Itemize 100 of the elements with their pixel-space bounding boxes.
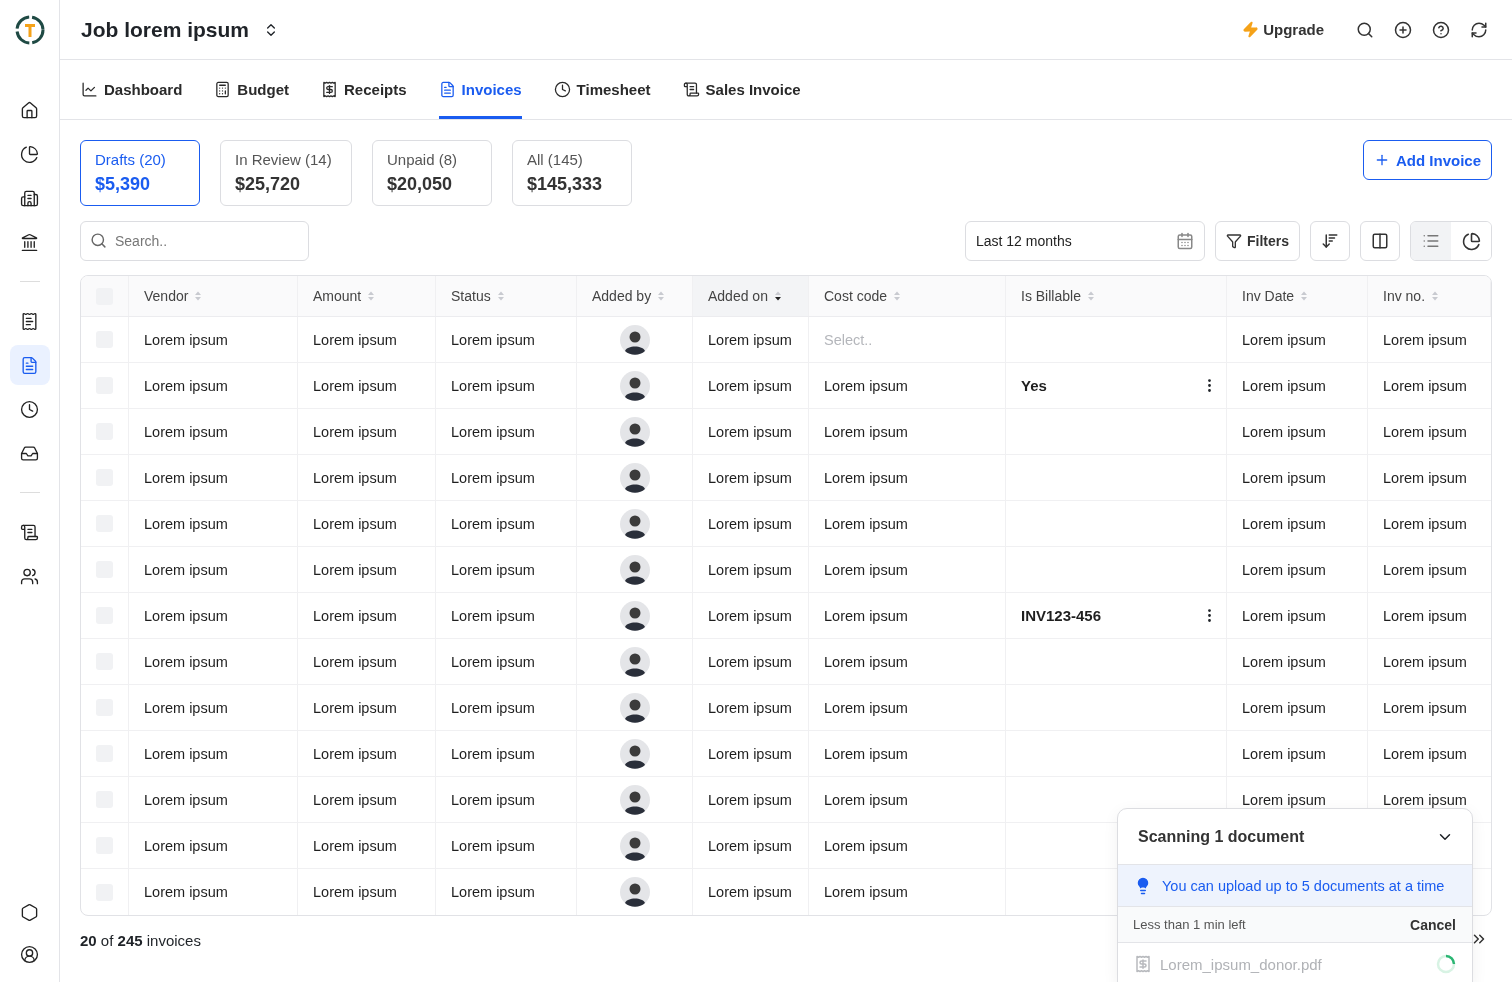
file-name: Lorem_ipsum_donor.pdf [1160, 955, 1323, 973]
table-cell: Lorem ipsum [144, 791, 228, 808]
table-cell: Lorem ipsum [708, 377, 792, 394]
column-header: Added on [708, 288, 768, 304]
column-header: Cost code [824, 288, 888, 304]
table-cell: Lorem ipsum [144, 515, 228, 532]
avatar-icon [619, 830, 650, 861]
avatar-icon [619, 877, 650, 907]
summary-amount: $25,720 [235, 174, 302, 195]
summary-label: In Review (14) [235, 151, 333, 168]
upgrade-button[interactable]: Upgrade [1236, 20, 1330, 39]
table-cell: Lorem ipsum [1242, 331, 1326, 348]
add-invoice-button[interactable]: Add Invoice [1363, 140, 1492, 180]
tab[interactable]: Sales Invoice [682, 60, 801, 119]
tab[interactable]: Receipts [321, 60, 407, 119]
table-cell: Lorem ipsum [313, 561, 397, 578]
table-cell: Lorem ipsum [824, 607, 908, 624]
filters-button[interactable]: Filters [1215, 221, 1300, 261]
column-header: Vendor [144, 288, 189, 304]
time-left: Less than 1 min left [1133, 917, 1246, 932]
table-cell: Lorem ipsum [824, 515, 908, 532]
table-cell: Lorem ipsum [824, 377, 908, 394]
avatar-icon [619, 554, 650, 585]
table-cell: Lorem ipsum [144, 745, 228, 762]
table-cell: Lorem ipsum [1242, 745, 1326, 762]
summary-label: Unpaid (8) [387, 151, 459, 168]
table-cell: Lorem ipsum [313, 515, 397, 532]
cancel-button[interactable]: Cancel [1410, 916, 1456, 933]
table-cell: Lorem ipsum [451, 653, 535, 670]
upload-tip: You can upload up to 5 documents at a time [1162, 877, 1445, 894]
summary-card[interactable]: Unpaid (8) $20,050 [372, 140, 492, 206]
billable-value: INV123-456 [1021, 607, 1102, 624]
table-cell: Lorem ipsum [451, 607, 535, 624]
tab[interactable]: Budget [214, 60, 290, 119]
table-cell: Lorem ipsum [1383, 745, 1467, 762]
sort-button[interactable] [1310, 221, 1350, 261]
page-title: Job lorem ipsum [81, 17, 250, 42]
table-cell: Lorem ipsum [451, 469, 535, 486]
columns-button[interactable] [1360, 221, 1400, 261]
summary-label: All (145) [527, 151, 584, 168]
column-header: Amount [313, 288, 362, 304]
table-cell: Lorem ipsum [1383, 423, 1467, 440]
calendar-icon [1176, 232, 1194, 250]
document-icon [438, 81, 456, 98]
table-cell: Lorem ipsum [144, 423, 228, 440]
table-cell: Lorem ipsum [451, 423, 535, 440]
tab[interactable]: Timesheet [553, 60, 651, 119]
receipt-icon [1134, 955, 1152, 973]
summary-amount: $20,050 [387, 174, 454, 195]
sort-icon[interactable] [773, 290, 782, 302]
search-icon [90, 232, 107, 249]
sort-lines-icon [1321, 232, 1339, 250]
filter-icon [1226, 233, 1242, 249]
lightning-icon [1242, 21, 1260, 38]
chart-icon [81, 81, 98, 98]
tab[interactable]: Invoices [438, 60, 522, 119]
pie-chart-icon [1461, 231, 1481, 251]
table-cell: Lorem ipsum [144, 469, 228, 486]
scroll-icon [682, 81, 700, 98]
search-field[interactable]: Search.. [80, 221, 309, 261]
table-cell: Lorem ipsum [313, 791, 397, 808]
table-cell: Lorem ipsum [824, 561, 908, 578]
table-cell: Lorem ipsum [451, 884, 535, 900]
column-header: Inv no. [1383, 288, 1426, 304]
date-range-field[interactable]: Last 12 months [965, 221, 1205, 261]
summary-amount: $145,333 [527, 174, 604, 195]
avatar-icon [619, 692, 650, 723]
logo-icon[interactable] [13, 14, 46, 46]
table-cell: Lorem ipsum [313, 884, 397, 900]
table-cell: Lorem ipsum [313, 331, 397, 348]
table-cell: Lorem ipsum [144, 837, 228, 854]
table-cell: Lorem ipsum [824, 745, 908, 762]
summary-card[interactable]: Drafts (20) $5,390 [80, 140, 200, 206]
table-cell: Lorem ipsum [451, 837, 535, 854]
avatar-icon [619, 646, 650, 677]
table-cell: Lorem ipsum [144, 331, 228, 348]
table-cell: Lorem ipsum [1383, 561, 1467, 578]
table-cell: Lorem ipsum [824, 469, 908, 486]
summary-amount: $5,390 [95, 174, 152, 195]
table-cell: Lorem ipsum [1242, 653, 1326, 670]
summary-card[interactable]: All (145) $145,333 [512, 140, 632, 206]
billable-value: Yes [1021, 377, 1047, 394]
avatar-icon [619, 738, 650, 769]
table-cell: Lorem ipsum [144, 377, 228, 394]
summary-card[interactable]: In Review (14) $25,720 [220, 140, 352, 206]
tab[interactable]: Dashboard [81, 60, 183, 119]
column-header: Status [451, 288, 491, 304]
table-cell: Lorem ipsum [144, 607, 228, 624]
table-cell: Lorem ipsum [708, 884, 792, 900]
calculator-icon [214, 81, 232, 98]
table-cell: Lorem ipsum [451, 791, 535, 808]
table-cell: Lorem ipsum [451, 745, 535, 762]
table-cell: Lorem ipsum [144, 884, 228, 900]
table-cell: Lorem ipsum [1383, 699, 1467, 716]
avatar-icon [619, 416, 650, 447]
table-cell: Lorem ipsum [824, 699, 908, 716]
document-icon[interactable] [9, 345, 50, 385]
table-cell: Lorem ipsum [1383, 377, 1467, 394]
avatar-icon [619, 508, 650, 539]
table-cell: Lorem ipsum [1383, 653, 1467, 670]
